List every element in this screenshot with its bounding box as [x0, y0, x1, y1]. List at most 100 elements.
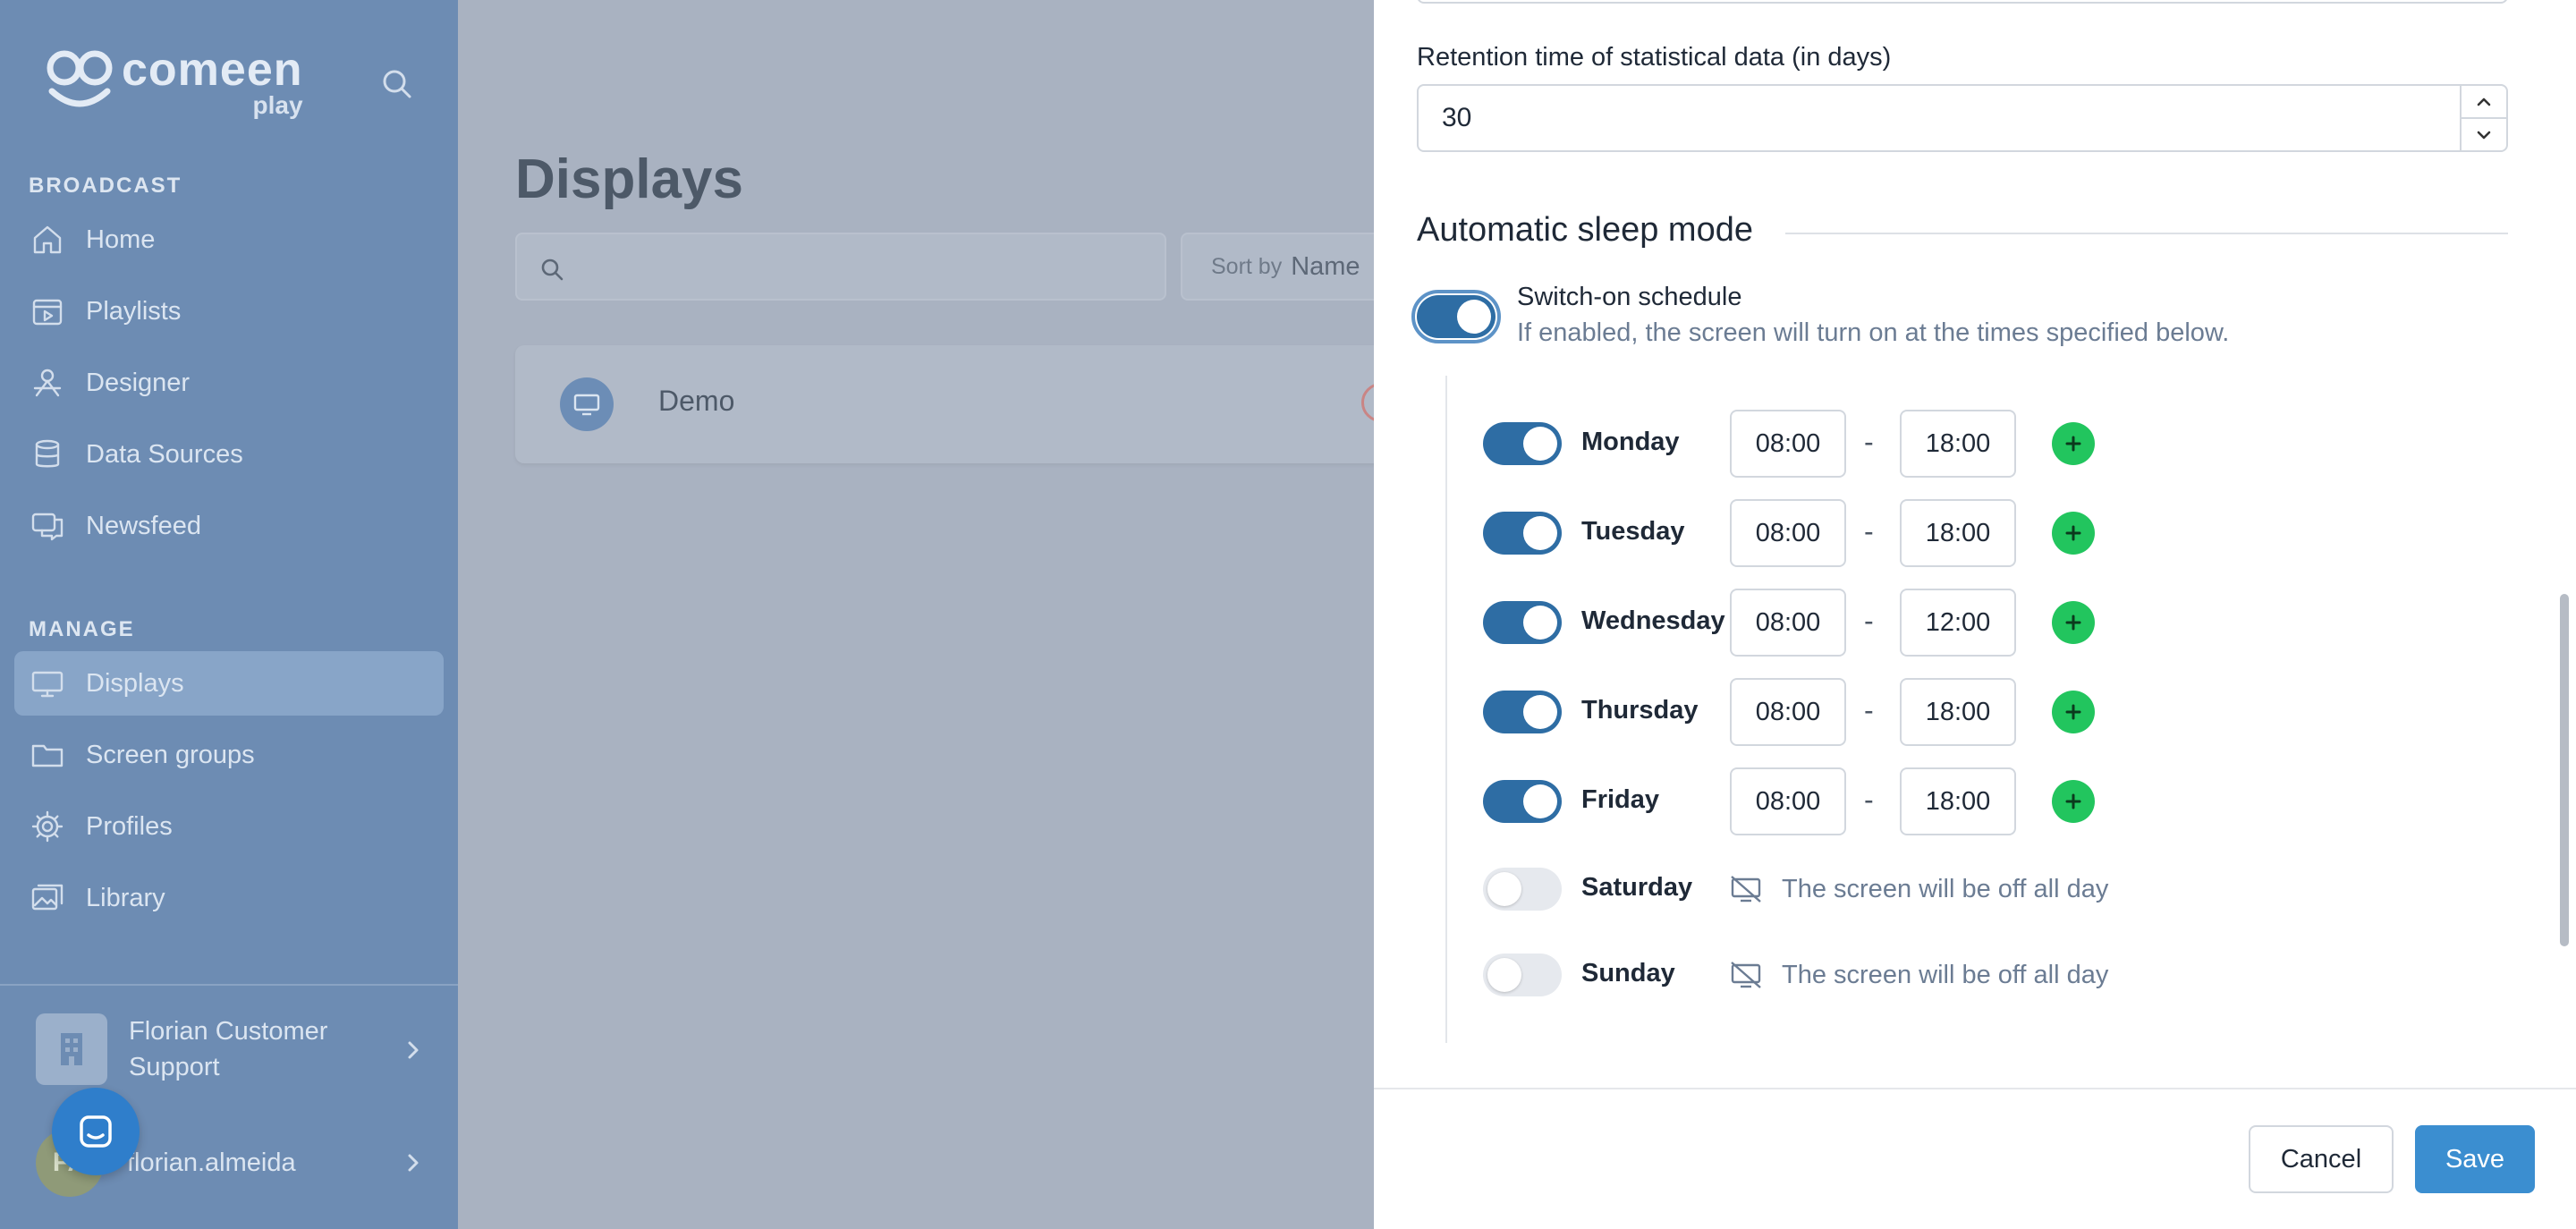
save-button[interactable]: Save — [2415, 1125, 2535, 1193]
retention-input[interactable]: 30 — [1417, 84, 2508, 152]
section-label-broadcast: BROADCAST — [29, 174, 182, 198]
friday-start-input[interactable]: 08:00 — [1730, 767, 1846, 835]
friday-end-input[interactable]: 18:00 — [1900, 767, 2016, 835]
display-name: Demo — [658, 385, 735, 417]
home-icon — [29, 221, 66, 259]
switch-on-schedule-toggle[interactable] — [1411, 290, 1501, 343]
decrement-button[interactable] — [2462, 117, 2506, 150]
newsfeed-icon — [29, 507, 66, 545]
plus-icon — [2065, 793, 2081, 809]
increment-button[interactable] — [2462, 86, 2506, 117]
sidebar-item-newsfeed[interactable]: Newsfeed — [14, 494, 444, 558]
sidebar-item-home[interactable]: Home — [14, 208, 444, 272]
sidebar-divider — [0, 984, 458, 986]
footer-divider — [1374, 1088, 2576, 1089]
day-label-thursday: Thursday — [1581, 696, 1699, 725]
panel-scrollbar[interactable] — [2560, 594, 2569, 946]
friday-toggle[interactable] — [1483, 780, 1562, 823]
day-label-wednesday: Wednesday — [1581, 606, 1725, 635]
search-icon — [541, 259, 564, 281]
cancel-button[interactable]: Cancel — [2249, 1125, 2394, 1193]
retention-label: Retention time of statistical data (in d… — [1417, 43, 1892, 72]
screen-off-text: The screen will be off all day — [1782, 875, 2109, 903]
plus-icon — [2065, 704, 2081, 720]
sidebar-item-designer[interactable]: Designer — [14, 351, 444, 415]
organization-switcher[interactable]: Florian Customer Support — [36, 1011, 429, 1088]
time-separator: - — [1864, 694, 1874, 726]
monday-toggle[interactable] — [1483, 422, 1562, 465]
screen-off-text: The screen will be off all day — [1782, 961, 2109, 989]
thursday-add-slot-button[interactable] — [2052, 691, 2095, 733]
sort-value: Name — [1291, 251, 1360, 281]
sidebar-item-screen-groups[interactable]: Screen groups — [14, 723, 444, 787]
wednesday-start-input[interactable]: 08:00 — [1730, 589, 1846, 657]
day-label-friday: Friday — [1581, 785, 1660, 814]
comeen-play-logo[interactable]: comeen play — [45, 47, 303, 118]
sidebar-item-label: Data Sources — [86, 439, 243, 469]
display-settings-panel: Retention time of statistical data (in d… — [1374, 0, 2576, 1229]
sidebar-item-library[interactable]: Library — [14, 866, 444, 930]
monitor-icon — [560, 377, 614, 431]
tuesday-add-slot-button[interactable] — [2052, 512, 2095, 555]
sidebar-item-label: Designer — [86, 368, 191, 397]
thursday-toggle[interactable] — [1483, 691, 1562, 733]
sidebar-item-data-sources[interactable]: Data Sources — [14, 422, 444, 487]
tuesday-toggle[interactable] — [1483, 512, 1562, 555]
chevron-right-icon — [408, 1041, 419, 1059]
designer-icon — [29, 364, 66, 402]
schedule-title: Switch-on schedule — [1517, 283, 1742, 311]
monday-add-slot-button[interactable] — [2052, 422, 2095, 465]
page-title: Displays — [515, 148, 744, 210]
day-label-saturday: Saturday — [1581, 873, 1693, 902]
wednesday-toggle[interactable] — [1483, 601, 1562, 644]
previous-field-input[interactable] — [1417, 0, 2508, 4]
plus-icon — [2065, 436, 2081, 452]
time-separator: - — [1864, 515, 1874, 547]
chevron-right-icon — [408, 1154, 419, 1172]
search-input[interactable] — [515, 233, 1166, 301]
tuesday-start-input[interactable]: 08:00 — [1730, 499, 1846, 567]
display-card[interactable]: Demo — [515, 345, 1410, 463]
sleep-mode-title: Automatic sleep mode — [1417, 211, 1753, 249]
sunday-toggle[interactable] — [1483, 954, 1562, 996]
schedule-indent-rule — [1445, 376, 1447, 1043]
plus-icon — [2065, 525, 2081, 541]
user-name: florian.almeida — [127, 1148, 296, 1177]
sidebar-item-displays[interactable]: Displays — [14, 651, 444, 716]
section-divider — [1785, 233, 2508, 234]
image-gallery-icon — [29, 879, 66, 917]
sidebar-item-label: Screen groups — [86, 740, 255, 769]
playlist-icon — [29, 292, 66, 330]
sidebar-item-profiles[interactable]: Profiles — [14, 794, 444, 859]
sidebar-item-playlists[interactable]: Playlists — [14, 279, 444, 343]
monitor-icon — [29, 665, 66, 702]
wednesday-end-input[interactable]: 12:00 — [1900, 589, 2016, 657]
search-icon[interactable] — [379, 66, 415, 102]
sidebar-item-label: Playlists — [86, 296, 182, 326]
friday-add-slot-button[interactable] — [2052, 780, 2095, 823]
time-separator: - — [1864, 784, 1874, 816]
building-icon — [36, 1013, 107, 1085]
thursday-start-input[interactable]: 08:00 — [1730, 678, 1846, 746]
sidebar-item-label: Displays — [86, 668, 184, 698]
day-label-tuesday: Tuesday — [1581, 517, 1685, 546]
sidebar-item-label: Profiles — [86, 811, 173, 841]
sort-label: Sort by — [1211, 253, 1283, 279]
logo-mark-icon — [45, 47, 114, 111]
schedule-hint: If enabled, the screen will turn on at t… — [1517, 318, 2230, 347]
monday-end-input[interactable]: 18:00 — [1900, 410, 2016, 478]
day-label-sunday: Sunday — [1581, 959, 1675, 987]
retention-value: 30 — [1442, 103, 1472, 132]
logo-brand: comeen — [122, 44, 303, 96]
logo-sub: play — [252, 91, 303, 119]
time-separator: - — [1864, 605, 1874, 637]
chat-support-button[interactable] — [52, 1088, 140, 1175]
folder-icon — [29, 736, 66, 774]
saturday-toggle[interactable] — [1483, 868, 1562, 911]
wednesday-add-slot-button[interactable] — [2052, 601, 2095, 644]
tuesday-end-input[interactable]: 18:00 — [1900, 499, 2016, 567]
sidebar: comeen play BROADCAST Home Playlists Des… — [0, 0, 458, 1229]
screen-off-icon — [1731, 962, 1761, 988]
thursday-end-input[interactable]: 18:00 — [1900, 678, 2016, 746]
monday-start-input[interactable]: 08:00 — [1730, 410, 1846, 478]
